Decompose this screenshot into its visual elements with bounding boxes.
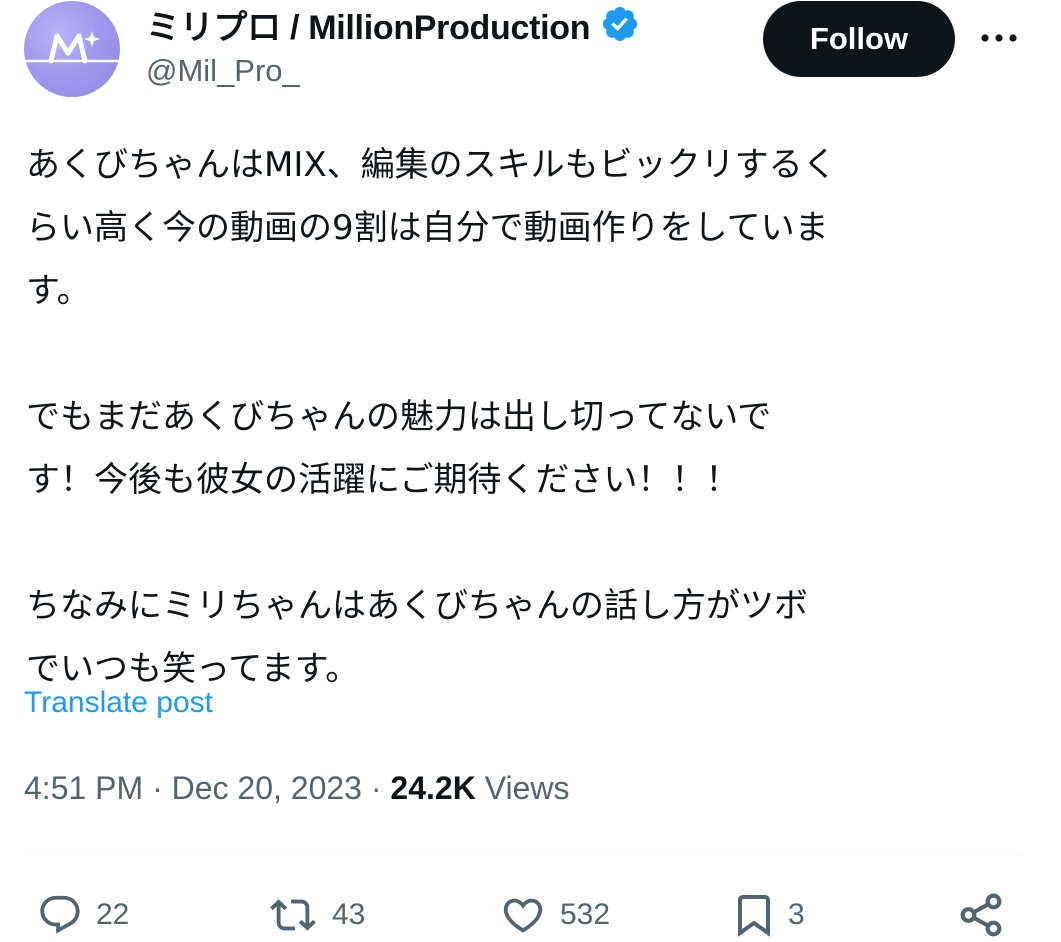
post: ミリプロ / MillionProduction @Mil_Pro_ Follo…	[0, 0, 1061, 942]
reply-count: 22	[96, 898, 130, 931]
post-text-blank-line	[26, 323, 1026, 386]
post-text: あくびちゃんはMIX、編集のスキルもビックリするく らい高く今の動画の9割は自分…	[26, 134, 1026, 701]
post-text-line: す。	[26, 271, 91, 311]
million-production-logo-icon	[24, 31, 120, 64]
share-icon	[960, 893, 1002, 937]
divider	[24, 854, 1022, 855]
avatar[interactable]	[24, 1, 120, 97]
display-name[interactable]: ミリプロ / MillionProduction	[146, 0, 591, 49]
post-text-line: でもまだあくびちゃんの魅力は出し切ってないで	[26, 397, 772, 437]
post-text-line: す！今後も彼女の活躍にご期待ください！！！	[26, 460, 740, 500]
post-text-line: ちなみにミリちゃんはあくびちゃんの話し方がツボ	[26, 586, 808, 626]
post-text-line: あくびちゃんはMIX、編集のスキルもビックリするく	[26, 145, 837, 185]
verified-badge-icon[interactable]	[600, 4, 640, 44]
views-count: 24.2K	[390, 770, 476, 806]
meta-separator: ·	[152, 770, 163, 806]
bookmark-count: 3	[788, 898, 805, 931]
meta-separator: ·	[370, 770, 382, 806]
like-count: 532	[560, 898, 611, 931]
post-text-line: らい高く今の動画の9割は自分で動画作りをしていま	[26, 208, 829, 248]
views-label: Views	[484, 770, 570, 806]
bookmark-icon	[738, 895, 770, 937]
user-handle[interactable]: @Mil_Pro_	[146, 53, 300, 89]
more-options-button[interactable]	[975, 18, 1023, 58]
post-text-blank-line	[26, 512, 1026, 575]
repost-icon	[270, 899, 316, 931]
share-button[interactable]	[956, 890, 1006, 940]
reply-icon	[40, 895, 80, 934]
heart-icon	[503, 898, 543, 933]
bookmark-button[interactable]: 3	[730, 890, 805, 940]
follow-button[interactable]: Follow	[763, 1, 955, 77]
display-name-row[interactable]: ミリプロ / MillionProduction	[146, 0, 640, 49]
post-meta: 4:51 PM · Dec 20, 2023 · 24.2K Views	[24, 770, 569, 807]
repost-count: 43	[332, 898, 366, 931]
like-button[interactable]: 532	[496, 890, 610, 940]
post-date[interactable]: Dec 20, 2023	[172, 770, 362, 806]
translate-post-link[interactable]: Translate post	[24, 686, 213, 720]
post-time[interactable]: 4:51 PM	[24, 770, 143, 806]
reply-button[interactable]: 22	[34, 890, 129, 940]
repost-button[interactable]: 43	[264, 890, 365, 940]
more-dots-icon	[981, 34, 1017, 42]
